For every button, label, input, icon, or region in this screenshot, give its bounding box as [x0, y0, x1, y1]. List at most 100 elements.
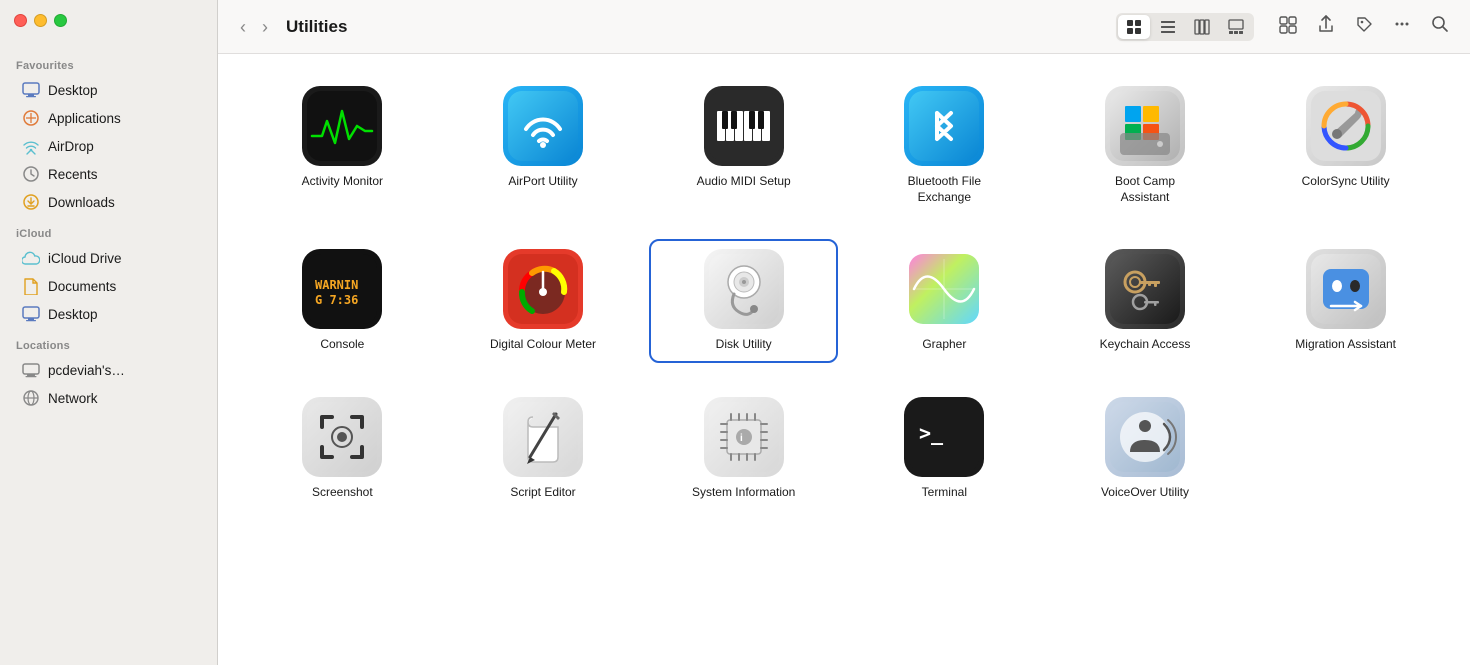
recents-icon	[22, 165, 40, 183]
svg-text:>_: >_	[919, 421, 944, 445]
more-button[interactable]	[1388, 10, 1416, 43]
sidebar-item-applications[interactable]: Applications	[6, 104, 211, 132]
forward-button[interactable]: ›	[256, 16, 274, 38]
grapher-icon	[904, 249, 984, 329]
minimize-button[interactable]	[34, 14, 47, 27]
terminal-label: Terminal	[922, 485, 967, 501]
screenshot-label: Screenshot	[312, 485, 373, 501]
sidebar-item-downloads[interactable]: Downloads	[6, 188, 211, 216]
app-item-audio-midi[interactable]: Audio MIDI Setup	[651, 78, 836, 213]
console-icon: WARNIN G 7:36	[302, 249, 382, 329]
documents-icon	[22, 277, 40, 295]
audio-midi-icon	[704, 86, 784, 166]
sidebar-item-airdrop[interactable]: AirDrop	[6, 132, 211, 160]
search-button[interactable]	[1426, 10, 1454, 43]
toolbar-title: Utilities	[286, 17, 347, 37]
svg-text:i: i	[740, 433, 743, 444]
grapher-label: Grapher	[922, 337, 966, 353]
sidebar-item-network-label: Network	[48, 391, 98, 406]
colorsync-label: ColorSync Utility	[1302, 174, 1390, 190]
app-item-colorsync[interactable]: ColorSync Utility	[1253, 78, 1438, 213]
airport-utility-icon	[503, 86, 583, 166]
back-button[interactable]: ‹	[234, 16, 252, 38]
tag-button[interactable]	[1350, 10, 1378, 43]
view-gallery-button[interactable]	[1220, 15, 1252, 39]
colorsync-icon	[1306, 86, 1386, 166]
app-item-system-info[interactable]: i System Information	[651, 389, 836, 509]
sidebar-item-desktop[interactable]: Desktop	[6, 76, 211, 104]
app-item-console[interactable]: WARNIN G 7:36 Console	[250, 241, 435, 361]
sidebar-item-desktop-label: Desktop	[48, 83, 98, 98]
sidebar-item-icloud-drive[interactable]: iCloud Drive	[6, 244, 211, 272]
sidebar-item-computer-label: pcdeviah's…	[48, 363, 125, 378]
disk-utility-icon	[704, 249, 784, 329]
app-item-airport-utility[interactable]: AirPort Utility	[451, 78, 636, 213]
view-list-button[interactable]	[1152, 15, 1184, 39]
app-item-keychain[interactable]: Keychain Access	[1053, 241, 1238, 361]
toolbar: ‹ › Utilities	[218, 0, 1470, 54]
app-item-migration[interactable]: Migration Assistant	[1253, 241, 1438, 361]
sidebar-item-desktop2-label: Desktop	[48, 307, 98, 322]
sidebar-section-favourites: Favourites	[0, 48, 217, 76]
app-item-screenshot[interactable]: Screenshot	[250, 389, 435, 509]
svg-text:WARNIN: WARNIN	[315, 278, 358, 292]
app-item-voiceover[interactable]: VoiceOver Utility	[1053, 389, 1238, 509]
grid-area: Activity Monitor	[218, 54, 1470, 665]
console-label: Console	[320, 337, 364, 353]
voiceover-label: VoiceOver Utility	[1101, 485, 1189, 501]
computer-icon	[22, 361, 40, 379]
system-info-icon: i	[704, 397, 784, 477]
app-grid: Activity Monitor	[250, 78, 1438, 508]
icloud-drive-icon	[22, 249, 40, 267]
toolbar-right	[1274, 10, 1454, 43]
sidebar-section-locations: Locations	[0, 328, 217, 356]
app-item-bootcamp[interactable]: Boot Camp Assistant	[1053, 78, 1238, 213]
share-button[interactable]	[1312, 10, 1340, 43]
bluetooth-icon	[904, 86, 984, 166]
desktop2-icon	[22, 305, 40, 323]
arrange-button[interactable]	[1274, 10, 1302, 43]
keychain-label: Keychain Access	[1100, 337, 1191, 353]
script-editor-icon	[503, 397, 583, 477]
sidebar-item-documents-label: Documents	[48, 279, 116, 294]
app-item-script-editor[interactable]: Script Editor	[451, 389, 636, 509]
downloads-icon	[22, 193, 40, 211]
network-icon	[22, 389, 40, 407]
sidebar-section-icloud: iCloud	[0, 216, 217, 244]
activity-monitor-label: Activity Monitor	[302, 174, 383, 190]
sidebar-item-icloud-drive-label: iCloud Drive	[48, 251, 122, 266]
sidebar-item-documents[interactable]: Documents	[6, 272, 211, 300]
voiceover-icon	[1105, 397, 1185, 477]
close-button[interactable]	[14, 14, 27, 27]
sidebar-item-applications-label: Applications	[48, 111, 121, 126]
terminal-icon: >_	[904, 397, 984, 477]
view-columns-button[interactable]	[1186, 15, 1218, 39]
nav-buttons: ‹ ›	[234, 16, 274, 38]
script-editor-label: Script Editor	[510, 485, 575, 501]
view-grid-button[interactable]	[1118, 15, 1150, 39]
sidebar-item-computer[interactable]: pcdeviah's…	[6, 356, 211, 384]
sidebar-item-downloads-label: Downloads	[48, 195, 115, 210]
app-item-digital-colour[interactable]: Digital Colour Meter	[451, 241, 636, 361]
app-item-terminal[interactable]: >_ Terminal	[852, 389, 1037, 509]
app-item-activity-monitor[interactable]: Activity Monitor	[250, 78, 435, 213]
sidebar-item-network[interactable]: Network	[6, 384, 211, 412]
audio-midi-label: Audio MIDI Setup	[697, 174, 791, 190]
app-item-grapher[interactable]: Grapher	[852, 241, 1037, 361]
desktop-icon	[22, 81, 40, 99]
disk-utility-label: Disk Utility	[716, 337, 772, 353]
sidebar-item-recents[interactable]: Recents	[6, 160, 211, 188]
sidebar-item-desktop2[interactable]: Desktop	[6, 300, 211, 328]
app-item-bluetooth[interactable]: Bluetooth File Exchange	[852, 78, 1037, 213]
traffic-lights	[14, 14, 67, 27]
airdrop-icon	[22, 137, 40, 155]
app-item-disk-utility[interactable]: Disk Utility	[651, 241, 836, 361]
airport-utility-label: AirPort Utility	[508, 174, 577, 190]
digital-colour-label: Digital Colour Meter	[490, 337, 596, 353]
applications-icon	[22, 109, 40, 127]
svg-text:G 7:36: G 7:36	[315, 293, 358, 307]
maximize-button[interactable]	[54, 14, 67, 27]
bootcamp-icon	[1105, 86, 1185, 166]
sidebar: Favourites Desktop Applications AirDrop …	[0, 0, 218, 665]
activity-monitor-icon	[302, 86, 382, 166]
